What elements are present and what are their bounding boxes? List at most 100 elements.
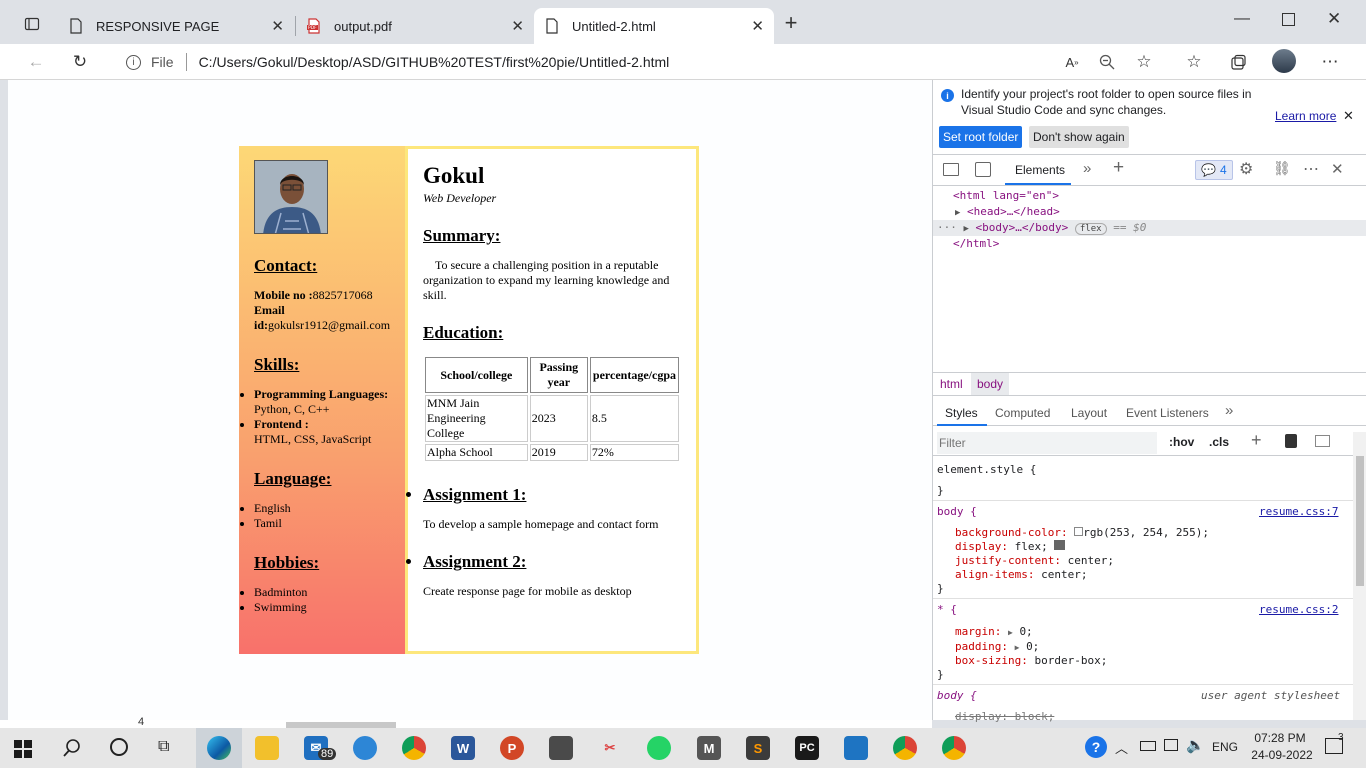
flexbox-editor-icon[interactable] xyxy=(1054,540,1066,550)
collections-icon[interactable] xyxy=(1224,48,1252,76)
powerpoint-icon[interactable]: P xyxy=(500,736,524,760)
sublime-text-icon[interactable]: S xyxy=(746,736,770,760)
info-icon[interactable]: i xyxy=(126,54,141,70)
url-text[interactable]: C:/Users/Gokul/Desktop/ASD/GITHUB%20TEST… xyxy=(199,54,670,70)
css-declaration[interactable]: justify-content: center; xyxy=(955,554,1114,567)
dom-body-node[interactable]: ··· ▶ <body>…</body> flex == $0 xyxy=(937,221,1146,235)
cls-toggle[interactable]: .cls xyxy=(1209,435,1229,449)
settings-gear-icon[interactable]: ⚙ xyxy=(1239,159,1253,179)
customize-icon[interactable]: ⛓ xyxy=(1273,160,1291,177)
close-devtools-icon[interactable]: ✕ xyxy=(1331,160,1344,178)
help-icon[interactable]: ? xyxy=(1085,736,1107,758)
tab-output-pdf[interactable]: PDF output.pdf ✕ xyxy=(296,8,534,44)
file-explorer-icon[interactable] xyxy=(255,736,279,760)
tab-event-listeners[interactable]: Event Listeners xyxy=(1126,406,1209,420)
expand-triangle-icon[interactable]: ▶ xyxy=(1008,628,1013,637)
close-icon[interactable]: ✕ xyxy=(751,17,764,35)
expand-triangle-icon[interactable]: ▶ xyxy=(964,224,969,234)
network-icon[interactable] xyxy=(1164,739,1178,751)
close-icon[interactable]: ✕ xyxy=(511,17,524,35)
cortana-icon[interactable] xyxy=(110,738,128,756)
address-bar[interactable]: i File C:/Users/Gokul/Desktop/ASD/GITHUB… xyxy=(108,46,1168,78)
css-declaration[interactable]: background-color: rgb(253, 254, 255); xyxy=(955,526,1209,539)
star-rule-selector[interactable]: * { xyxy=(937,603,957,616)
tab-computed[interactable]: Computed xyxy=(995,406,1050,420)
body-rule-selector[interactable]: body { xyxy=(937,505,977,518)
scissors-icon[interactable]: ✂ xyxy=(598,736,622,760)
ua-rule-selector[interactable]: body { xyxy=(937,689,977,702)
tab-layout[interactable]: Layout xyxy=(1071,406,1107,420)
more-options-icon[interactable]: ⋯ xyxy=(1303,159,1319,179)
dom-html-close[interactable]: </html> xyxy=(953,237,999,250)
clock-time[interactable]: 07:28 PM xyxy=(1250,731,1310,745)
clock-date[interactable]: 24-09-2022 xyxy=(1250,748,1314,762)
paint-brush-icon[interactable] xyxy=(1285,434,1297,448)
styles-scrollbar[interactable] xyxy=(1353,432,1366,720)
expand-triangle-icon[interactable]: ▶ xyxy=(955,208,960,218)
scrollbar-thumb[interactable] xyxy=(1356,456,1364,586)
device-toolbar-icon[interactable] xyxy=(975,162,991,177)
task-view-icon[interactable]: ⧉ xyxy=(158,738,169,756)
photos-icon[interactable] xyxy=(844,736,868,760)
close-icon[interactable]: ✕ xyxy=(1343,108,1354,124)
close-window-button[interactable]: ✕ xyxy=(1327,9,1341,29)
start-windows-icon[interactable] xyxy=(14,740,32,758)
tab-untitled-2[interactable]: Untitled-2.html ✕ xyxy=(534,8,774,44)
sidebar-toggle-icon[interactable] xyxy=(1315,435,1330,447)
snipping-tool-icon[interactable] xyxy=(549,736,573,760)
whatsapp-icon[interactable] xyxy=(647,736,671,760)
issues-badge[interactable]: 💬 4 xyxy=(1195,160,1233,180)
dom-html-open[interactable]: <html lang="en"> xyxy=(953,189,1059,202)
chrome-profile-g-icon[interactable] xyxy=(893,736,917,760)
more-tabs-icon[interactable]: » xyxy=(1083,160,1091,177)
css-declaration[interactable]: box-sizing: border-box; xyxy=(955,654,1107,667)
css-declaration[interactable]: margin: ▶ 0; xyxy=(955,625,1033,638)
profile-avatar[interactable] xyxy=(1272,49,1296,73)
set-root-folder-button[interactable]: Set root folder xyxy=(939,126,1023,148)
star-rule-source[interactable]: resume.css:2 xyxy=(1259,603,1338,616)
more-tabs-icon[interactable]: » xyxy=(1225,402,1233,419)
minimize-button[interactable]: — xyxy=(1234,10,1254,30)
favorites-icon[interactable]: ☆ xyxy=(1180,48,1208,76)
add-favorite-icon[interactable]: ☆ xyxy=(1130,48,1158,76)
language-indicator[interactable]: ENG xyxy=(1212,740,1238,754)
body-rule-source[interactable]: resume.css:7 xyxy=(1259,505,1338,518)
color-swatch[interactable] xyxy=(1074,527,1084,536)
element-style-rule[interactable]: element.style { xyxy=(937,463,1036,476)
styles-filter-input[interactable] xyxy=(937,432,1157,454)
back-button[interactable]: ← xyxy=(22,48,50,76)
new-style-rule-icon[interactable]: + xyxy=(1251,430,1262,451)
flex-badge[interactable]: flex xyxy=(1074,223,1107,235)
tab-elements[interactable]: Elements xyxy=(1015,163,1065,177)
maximize-button[interactable] xyxy=(1282,13,1295,26)
inspect-element-icon[interactable] xyxy=(943,163,959,176)
refresh-button[interactable]: ↻ xyxy=(66,48,94,76)
expand-triangle-icon[interactable]: ▶ xyxy=(1015,643,1020,652)
breadcrumb-body[interactable]: body xyxy=(971,373,1010,395)
learn-more-link[interactable]: Learn more xyxy=(1275,109,1336,123)
css-declaration[interactable]: align-items: center; xyxy=(955,568,1087,581)
m-app-icon[interactable]: M xyxy=(697,736,721,760)
word-icon[interactable]: W xyxy=(451,736,475,760)
pycharm-icon[interactable]: PC xyxy=(795,736,819,760)
new-tab-button[interactable]: + xyxy=(780,12,802,35)
tab-styles[interactable]: Styles xyxy=(945,406,978,420)
tab-responsive-page[interactable]: RESPONSIVE PAGE ✕ xyxy=(58,8,294,44)
chevron-up-icon[interactable]: ︿ xyxy=(1115,738,1128,757)
edge-icon[interactable] xyxy=(207,736,231,760)
close-icon[interactable]: ✕ xyxy=(271,17,284,35)
tab-actions-icon[interactable] xyxy=(20,14,44,34)
lightbulb-icon[interactable] xyxy=(353,736,377,760)
dont-show-again-button[interactable]: Don't show again xyxy=(1029,126,1129,148)
hov-toggle[interactable]: :hov xyxy=(1169,435,1194,449)
read-aloud-icon[interactable]: A» xyxy=(1058,48,1086,76)
css-declaration[interactable]: display: flex; xyxy=(955,540,1066,553)
dom-head-node[interactable]: ▶ <head>…</head> xyxy=(955,205,1060,218)
volume-icon[interactable]: 🔈 xyxy=(1186,736,1205,754)
add-tab-icon[interactable]: + xyxy=(1113,157,1124,179)
breadcrumb-html[interactable]: html xyxy=(940,377,963,391)
search-icon[interactable] xyxy=(62,738,82,761)
zoom-out-icon[interactable] xyxy=(1093,48,1121,76)
chrome-profile-n-icon[interactable] xyxy=(942,736,966,760)
more-menu-icon[interactable]: ⋯ xyxy=(1316,48,1344,76)
